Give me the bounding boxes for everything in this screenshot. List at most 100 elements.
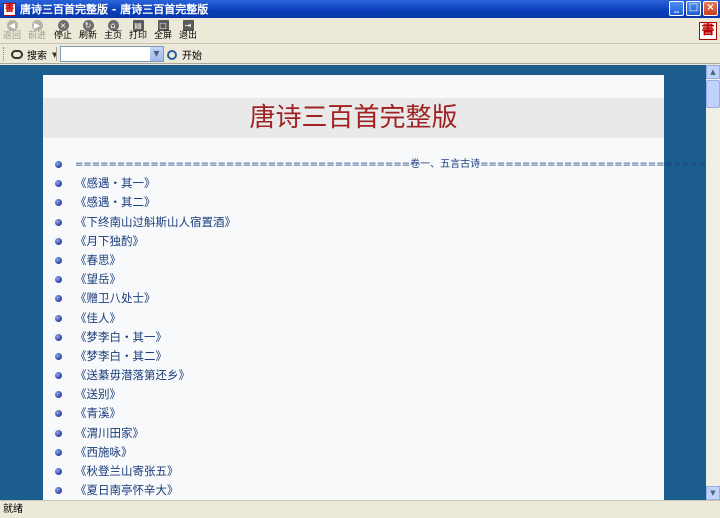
- toc-link[interactable]: 《送别》: [55, 385, 655, 404]
- toc-link[interactable]: 《梦李白・其二》: [55, 347, 655, 366]
- toc-link[interactable]: 《感遇・其一》: [55, 174, 655, 193]
- toc-link-label[interactable]: 《青溪》: [75, 406, 121, 420]
- go-label: 开始: [182, 51, 202, 62]
- search-bar: 搜索 ▼ ▼ 开始: [0, 44, 720, 64]
- toc-link-label[interactable]: 《梦李白・其二》: [75, 349, 167, 363]
- status-text: 就绪: [3, 504, 23, 515]
- toc-link[interactable]: 《青溪》: [55, 404, 655, 423]
- back-label: 返回: [2, 31, 21, 41]
- bullet-icon: [55, 237, 62, 245]
- toc-link-label[interactable]: 《月下独酌》: [75, 234, 144, 248]
- back-button[interactable]: ◀ 返回: [0, 20, 24, 42]
- toc-link[interactable]: 《西施咏》: [55, 443, 655, 462]
- refresh-button[interactable]: ↻ 刷新: [76, 20, 100, 42]
- combo-dropdown-icon[interactable]: ▼: [149, 47, 163, 61]
- toc-link[interactable]: 《春思》: [55, 251, 655, 270]
- toc-link-label[interactable]: 《春思》: [75, 253, 121, 267]
- page-title: 唐诗三百首完整版: [249, 103, 458, 133]
- forward-button[interactable]: ▶ 前进: [25, 20, 49, 42]
- bullet-icon: [55, 372, 62, 380]
- print-button[interactable]: ▤ 打印: [126, 20, 150, 42]
- exit-label: 退出: [178, 31, 197, 41]
- stop-label: 停止: [53, 31, 72, 41]
- scroll-down-button[interactable]: ▼: [706, 486, 720, 500]
- title-bar: 書 唐诗三百首完整版 - 唐诗三百首完整版 _ □ ×: [0, 0, 720, 18]
- stop-button[interactable]: × 停止: [51, 20, 75, 42]
- toc-link-label[interactable]: 《送綦毋潜落第还乡》: [75, 368, 190, 382]
- toc-link-label[interactable]: 《送别》: [75, 387, 121, 401]
- magnifier-icon: [167, 49, 177, 60]
- bullet-icon: [55, 276, 62, 284]
- home-label: 主页: [103, 31, 122, 41]
- home-button[interactable]: ⌂ 主页: [101, 20, 125, 42]
- toc-link[interactable]: 《望岳》: [55, 270, 655, 289]
- maximize-button[interactable]: □: [686, 1, 701, 16]
- toc-link-label[interactable]: 《渭川田家》: [75, 426, 144, 440]
- search-button[interactable]: 搜索 ▼: [11, 47, 57, 62]
- forward-label: 前进: [27, 31, 46, 41]
- refresh-icon: ↻: [82, 20, 94, 31]
- toc-link[interactable]: 《渭川田家》: [55, 424, 655, 443]
- toc-link[interactable]: 《秋登兰山寄张五》: [55, 462, 655, 481]
- book-icon: 書: [3, 2, 16, 16]
- toolbar-grip[interactable]: [3, 47, 6, 61]
- toc-link[interactable]: 《下终南山过斛斯山人宿置酒》: [55, 213, 655, 232]
- scroll-thumb[interactable]: [706, 80, 720, 108]
- binoculars-icon: [11, 50, 23, 59]
- bullet-icon: [55, 410, 62, 418]
- bullet-icon: [55, 314, 62, 322]
- fullscreen-icon: □: [157, 20, 169, 31]
- toc-link-label[interactable]: 《赠卫八处士》: [75, 291, 156, 305]
- toc-link[interactable]: 《梦李白・其一》: [55, 328, 655, 347]
- fullscreen-button[interactable]: □ 全屏: [151, 20, 175, 42]
- toc-link[interactable]: 《夏日南亭怀辛大》: [55, 481, 655, 500]
- minimize-button[interactable]: _: [669, 1, 684, 16]
- vertical-scrollbar[interactable]: ▲ ▼: [706, 65, 720, 500]
- exit-button[interactable]: ⇥ 退出: [176, 20, 200, 42]
- fullscreen-label: 全屏: [153, 31, 172, 41]
- go-button[interactable]: 开始: [167, 47, 202, 62]
- refresh-label: 刷新: [78, 31, 97, 41]
- status-bar: 就绪: [0, 500, 720, 518]
- bullet-icon: [55, 468, 62, 475]
- toc-link-label[interactable]: 《夏日南亭怀辛大》: [75, 483, 179, 497]
- toc-link[interactable]: 《月下独酌》: [55, 232, 655, 251]
- toc-link[interactable]: 《佳人》: [55, 309, 655, 328]
- toc-section-heading: ========================================…: [55, 155, 706, 174]
- scroll-up-button[interactable]: ▲: [706, 65, 720, 79]
- print-label: 打印: [128, 31, 147, 41]
- toc-list: ========================================…: [55, 155, 706, 500]
- toc-link-label[interactable]: 《感遇・其一》: [75, 176, 156, 190]
- search-input[interactable]: ▼: [60, 46, 164, 62]
- toc-link[interactable]: 《送綦毋潜落第还乡》: [55, 366, 655, 385]
- bullet-icon: [55, 391, 62, 399]
- toc-link-label[interactable]: 《望岳》: [75, 272, 121, 286]
- close-button[interactable]: ×: [703, 1, 718, 16]
- search-label: 搜索: [27, 51, 47, 62]
- bullet-icon: [55, 333, 62, 341]
- toc-link-label[interactable]: 《西施咏》: [75, 445, 133, 459]
- bullet-icon: [55, 429, 62, 437]
- bullet-icon: [55, 448, 62, 456]
- toc-link[interactable]: 《感遇・其二》: [55, 193, 655, 212]
- toc-link-label[interactable]: 《感遇・其二》: [75, 195, 156, 209]
- toc-link-label[interactable]: 《下终南山过斛斯山人宿置酒》: [75, 215, 236, 229]
- bullet-icon: [55, 487, 62, 495]
- toc-link-label[interactable]: 《秋登兰山寄张五》: [75, 464, 179, 478]
- window-title: 唐诗三百首完整版 - 唐诗三百首完整版: [20, 3, 209, 16]
- toc-link-label[interactable]: 《佳人》: [75, 311, 121, 325]
- toolbar: ◀ 返回 ▶ 前进 × 停止 ↻ 刷新 ⌂ 主页 ▤ 打印 □ 全屏 ⇥ 退出 …: [0, 18, 720, 44]
- app-logo: 書: [699, 22, 717, 40]
- forward-icon: ▶: [31, 20, 43, 31]
- toc-link[interactable]: 《赠卫八处士》: [55, 289, 655, 308]
- bullet-icon: [55, 199, 62, 207]
- back-icon: ◀: [6, 20, 18, 31]
- bullet-icon: [55, 256, 62, 264]
- stop-icon: ×: [57, 20, 69, 31]
- home-icon: ⌂: [107, 20, 119, 31]
- bullet-icon: [55, 295, 62, 303]
- toc-link-label[interactable]: 《梦李白・其一》: [75, 330, 167, 344]
- bullet-icon: [55, 218, 62, 226]
- content-area: 唐诗三百首完整版 ===============================…: [0, 65, 706, 500]
- bullet-icon: [55, 180, 62, 188]
